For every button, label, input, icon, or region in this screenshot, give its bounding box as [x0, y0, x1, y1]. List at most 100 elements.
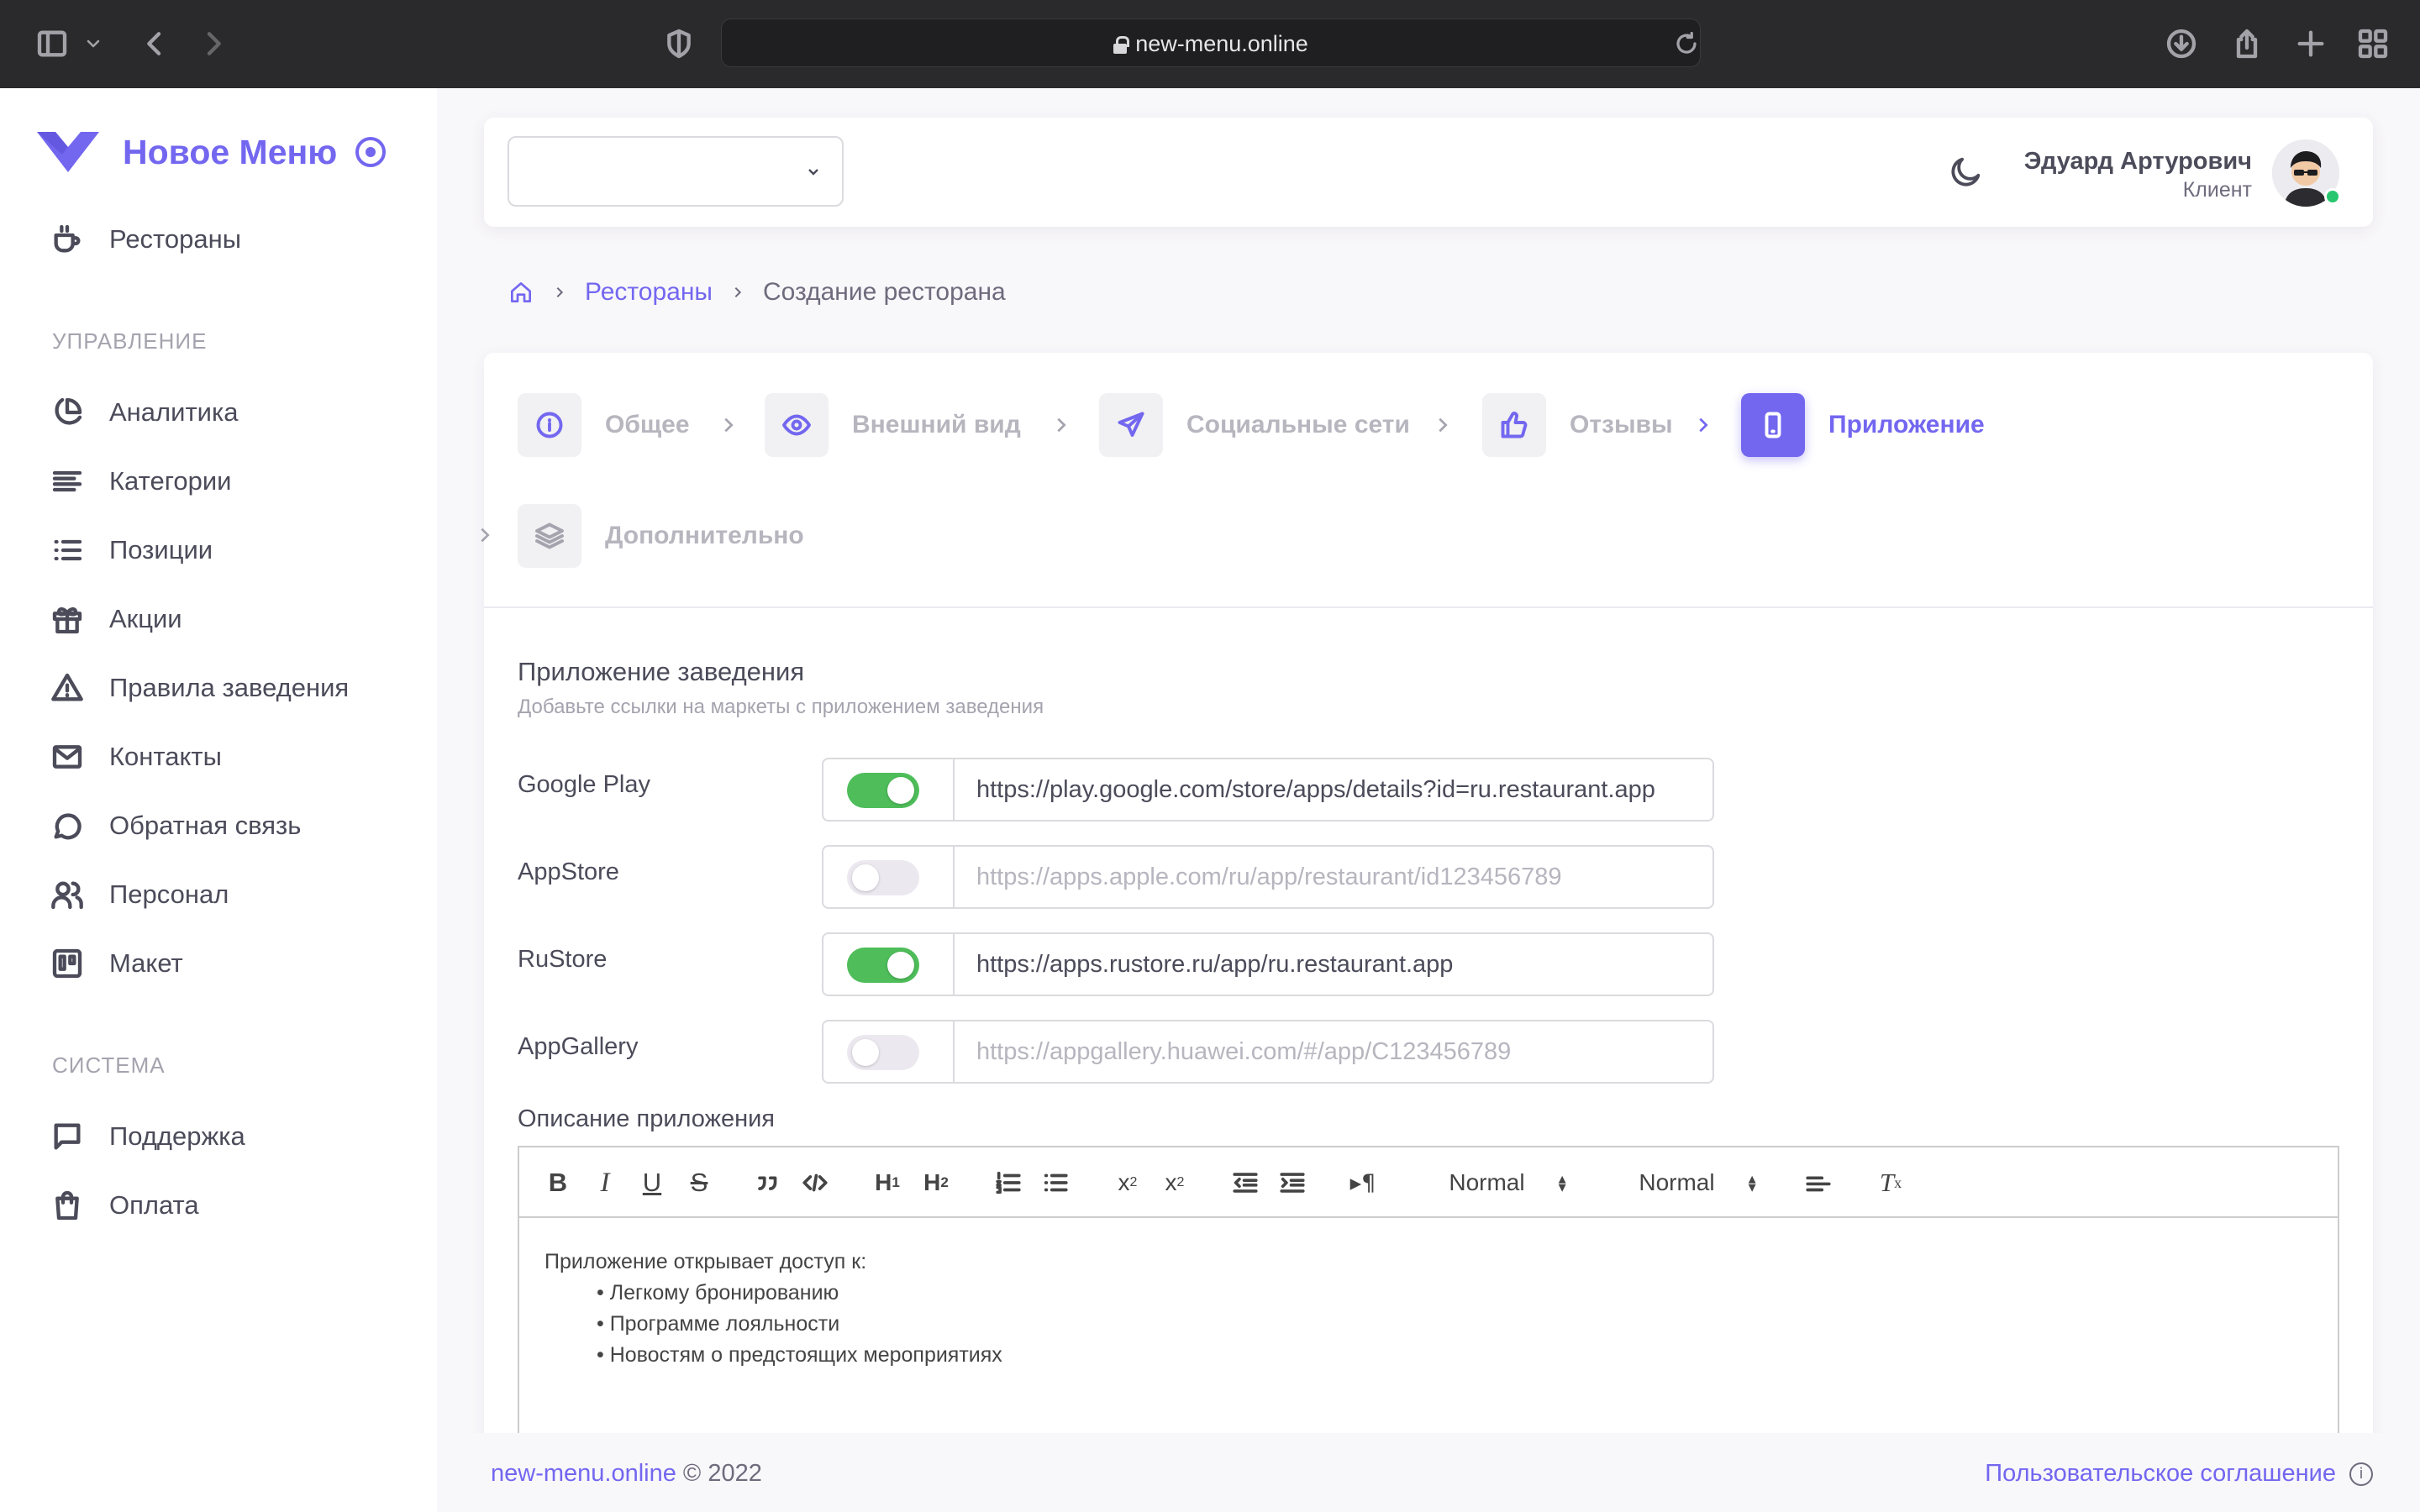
sidebar-item-feedback[interactable]: Обратная связь: [50, 802, 301, 849]
rustore-toggle[interactable]: [847, 948, 919, 983]
share-icon[interactable]: [2227, 24, 2267, 64]
restaurant-wizard-card: Общее Внешний вид Социальные сети Отзывы…: [481, 353, 2373, 1512]
sidebar-item-promotions[interactable]: Акции: [50, 596, 182, 643]
heading-2-button[interactable]: H2: [919, 1164, 953, 1201]
editor-toolbar: B I U S H1 H2 x2 x2 ▸¶ Normal ▴ ▾ Normal ▴ ▾…: [519, 1147, 2338, 1218]
sidebar-item-label: Категории: [109, 466, 232, 496]
size-select[interactable]: Normal ▴ ▾: [1622, 1164, 1773, 1201]
google-play-url-input[interactable]: https://play.google.com/store/apps/detai…: [976, 759, 1694, 820]
shield-icon[interactable]: [659, 24, 699, 64]
updown-arrows-icon: ▴ ▾: [1558, 1170, 1566, 1195]
section-subtitle: Добавьте ссылки на маркеты с приложением…: [518, 696, 1044, 718]
rustore-url-input[interactable]: https://apps.rustore.ru/app/ru.restauran…: [976, 934, 1694, 995]
indent-button[interactable]: [1277, 1164, 1307, 1201]
gift-icon: [52, 606, 82, 634]
code-block-button[interactable]: [800, 1164, 830, 1201]
appstore-url-input[interactable]: https://apps.apple.com/ru/app/restaurant…: [976, 847, 1694, 907]
reload-icon[interactable]: [1666, 24, 1707, 64]
subscript-button[interactable]: x2: [1111, 1164, 1144, 1201]
avatar[interactable]: [2272, 139, 2341, 207]
blockquote-button[interactable]: [753, 1164, 783, 1201]
step-application[interactable]: Приложение: [1741, 393, 1985, 457]
step-additional[interactable]: Дополнительно: [518, 504, 804, 568]
bold-button[interactable]: B: [543, 1164, 573, 1201]
description-bullet: • Новостям о предстоящих мероприятиях: [597, 1343, 1002, 1367]
home-icon[interactable]: [508, 279, 534, 306]
superscript-button[interactable]: x2: [1158, 1164, 1192, 1201]
alert-triangle-icon: [51, 673, 83, 701]
coffee-cup-icon: [54, 224, 81, 253]
address-bar[interactable]: new-menu.online: [721, 18, 1701, 67]
chevron-right-icon: [481, 528, 490, 543]
step-label: Приложение: [1828, 411, 1985, 438]
sidebar-item-layout[interactable]: Макет: [50, 940, 183, 987]
sidebar-item-categories[interactable]: Категории: [50, 458, 231, 505]
bullet-list-button[interactable]: [1040, 1164, 1071, 1201]
sidebar-item-label: Рестораны: [109, 224, 242, 254]
forward-icon[interactable]: [193, 24, 234, 64]
brand-name: Новое Меню: [123, 132, 338, 171]
pie-chart-icon: [55, 397, 82, 425]
align-button[interactable]: [1803, 1164, 1833, 1201]
ordered-list-button[interactable]: [993, 1164, 1023, 1201]
moon-icon[interactable]: [1946, 153, 1985, 192]
footer: new-menu.online © 2022 Пользовательское …: [437, 1433, 2420, 1512]
step-social[interactable]: Социальные сети: [1099, 393, 1410, 457]
appstore-toggle[interactable]: [847, 860, 919, 895]
browser-toolbar: new-menu.online: [0, 0, 2420, 88]
message-square-icon: [54, 1123, 81, 1150]
align-left-icon: [1806, 1176, 1831, 1192]
step-reviews[interactable]: Отзывы: [1482, 393, 1673, 457]
sidebar-toggle-icon[interactable]: [32, 24, 72, 64]
chevron-down-icon[interactable]: [81, 24, 106, 64]
thumbs-up-icon: [1501, 412, 1528, 438]
size-select-value: Normal: [1639, 1169, 1715, 1195]
sidebar-item-support[interactable]: Поддержка: [50, 1113, 245, 1160]
sidebar-item-contacts[interactable]: Контакты: [50, 733, 222, 780]
sidebar-item-label: Позиции: [109, 535, 213, 564]
brand[interactable]: Новое Меню: [37, 125, 387, 179]
clear-format-button[interactable]: Tx: [1874, 1164, 1907, 1201]
back-icon[interactable]: [134, 24, 175, 64]
description-bullet: • Легкому бронированию: [597, 1281, 839, 1305]
section-title-management: УПРАВЛЕНИЕ: [52, 328, 208, 354]
text-direction-button[interactable]: ▸¶: [1346, 1164, 1380, 1201]
breadcrumb-link-restaurants[interactable]: Рестораны: [585, 278, 713, 307]
user-role: Клиент: [2182, 178, 2252, 202]
online-status-dot: [2324, 188, 2341, 205]
section-title-system: СИСТЕМА: [52, 1053, 166, 1078]
appgallery-toggle[interactable]: [847, 1035, 919, 1070]
strike-button[interactable]: S: [684, 1164, 714, 1201]
sidebar-item-positions[interactable]: Позиции: [50, 527, 213, 574]
sidebar-item-label: Персонал: [109, 879, 229, 909]
sidebar: Новое Меню Рестораны УПРАВЛЕНИЕ Аналитик…: [0, 88, 437, 1512]
underline-button[interactable]: U: [637, 1164, 667, 1201]
collapse-toggle-icon[interactable]: [355, 137, 387, 167]
sidebar-item-rules[interactable]: Правила заведения: [50, 664, 349, 711]
footer-site-link[interactable]: new-menu.online: [491, 1460, 676, 1487]
sidebar-item-payment[interactable]: Оплата: [50, 1182, 199, 1229]
outdent-button[interactable]: [1230, 1164, 1260, 1201]
tab-overview-icon[interactable]: [2353, 24, 2393, 64]
new-tab-icon[interactable]: [2291, 24, 2331, 64]
sidebar-item-staff[interactable]: Персонал: [50, 871, 229, 918]
google-play-toggle[interactable]: [847, 773, 919, 808]
download-icon[interactable]: [2161, 24, 2202, 64]
step-general[interactable]: Общее: [518, 393, 690, 457]
sidebar-item-analytics[interactable]: Аналитика: [50, 389, 238, 436]
store-row-rustore: https://apps.rustore.ru/app/ru.restauran…: [822, 932, 1714, 996]
breadcrumb: Рестораны Создание ресторана: [508, 274, 1006, 311]
restaurant-select[interactable]: [508, 136, 844, 207]
chevron-right-icon: [1439, 417, 1448, 433]
heading-1-button[interactable]: H1: [871, 1164, 904, 1201]
step-appearance[interactable]: Внешний вид: [765, 393, 1021, 457]
info-icon[interactable]: i: [2349, 1462, 2373, 1486]
eye-icon: [782, 414, 811, 436]
editor-content[interactable]: Приложение открывает доступ к: • Легкому…: [544, 1247, 1002, 1371]
appgallery-url-input[interactable]: https://appgallery.huawei.com/#/app/C123…: [976, 1021, 1694, 1082]
header-select[interactable]: Normal ▴ ▾: [1432, 1164, 1583, 1201]
sidebar-item-restaurants[interactable]: Рестораны: [50, 216, 241, 263]
chevron-down-icon: [808, 169, 818, 176]
italic-button[interactable]: I: [590, 1164, 620, 1201]
user-agreement-link[interactable]: Пользовательское соглашение: [1985, 1460, 2336, 1488]
